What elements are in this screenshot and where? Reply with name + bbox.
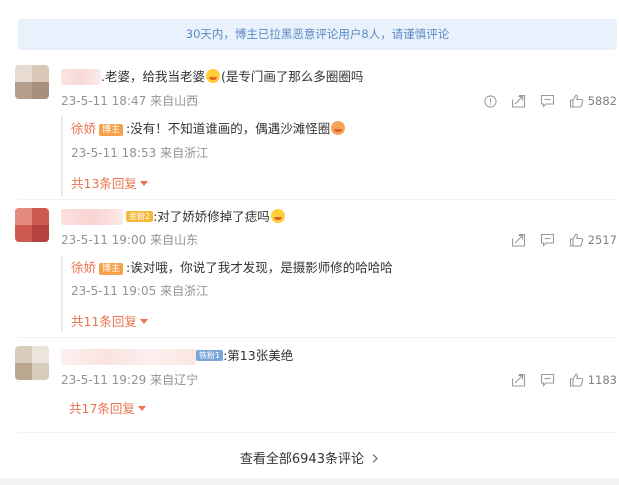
comment-icon	[540, 94, 554, 108]
like-count: 1183	[587, 373, 617, 387]
like-count: 5882	[587, 94, 617, 108]
more-replies-link[interactable]: 共13条回复	[71, 173, 148, 192]
divider	[18, 432, 617, 433]
more-replies-link[interactable]: 共17条回复	[69, 398, 146, 417]
like-button[interactable]: 2517	[569, 233, 617, 247]
reply-author[interactable]: 徐娇	[71, 121, 96, 136]
more-replies-label: 共17条回复	[69, 401, 135, 416]
reply-button[interactable]	[540, 94, 555, 108]
comment-actions: 1183	[497, 371, 617, 389]
comment-text-main: :第13张美绝	[223, 348, 294, 363]
like-count: 2517	[587, 233, 617, 247]
share-icon	[511, 373, 525, 387]
comment-actions: 2517	[497, 231, 617, 249]
report-icon	[484, 94, 497, 108]
share-icon	[511, 233, 525, 247]
share-button[interactable]	[511, 373, 526, 387]
reply-content: :诶对哦，你说了我才发现，是摄影师修的哈哈哈	[126, 260, 393, 275]
thumbs-up-icon	[569, 373, 583, 387]
smile-emoji-icon	[205, 69, 220, 83]
divider	[18, 199, 617, 200]
comment-source: 来自山东	[150, 233, 199, 247]
comment-text: .老婆，给我当老婆 (是专门画了那么多圈圈吗	[101, 68, 363, 86]
more-replies-label: 共11条回复	[71, 314, 137, 329]
comment-icon	[540, 373, 554, 387]
reply-meta: 23-5-11 19:05 来自浙江	[71, 283, 208, 299]
reply-source: 来自浙江	[160, 146, 209, 160]
share-button[interactable]	[511, 233, 526, 247]
comment-actions: 5882	[470, 92, 617, 110]
comment-text: 铁粉1:第13张美绝	[196, 347, 293, 365]
reply-text: 徐娇 博主:诶对哦，你说了我才发现，是摄影师修的哈哈哈	[71, 259, 393, 277]
comment-meta: 23-5-11 19:00 来自山东	[61, 232, 198, 248]
avatar[interactable]	[15, 65, 49, 99]
divider	[18, 337, 617, 338]
report-button[interactable]	[484, 94, 497, 108]
thumbs-up-icon	[569, 233, 583, 247]
avatar[interactable]	[15, 346, 49, 380]
comment-text-main: :对了娇娇修掉了痣吗	[153, 209, 270, 224]
share-icon	[511, 94, 525, 108]
surprised-emoji-icon	[331, 121, 346, 135]
reply-box: 徐娇 博主:诶对哦，你说了我才发现，是摄影师修的哈哈哈 23-5-11 19:05…	[61, 255, 393, 331]
comment-meta: 23-5-11 19:29 来自辽宁	[61, 372, 198, 388]
bottom-divider-bar	[0, 478, 619, 485]
reply-meta: 23-5-11 18:53 来自浙江	[71, 145, 208, 161]
comment-text-tail: (是专门画了那么多圈圈吗	[220, 69, 364, 84]
comment-text: 金粉2:对了娇娇修掉了痣吗	[126, 208, 286, 226]
reply-author[interactable]: 徐娇	[71, 260, 96, 275]
reply-source: 来自浙江	[160, 284, 209, 298]
blurred-username[interactable]	[61, 349, 196, 365]
reply-content: :没有！不知道谁画的，偶遇沙滩怪圈	[126, 121, 331, 136]
reply-box: 徐娇 博主:没有！不知道谁画的，偶遇沙滩怪圈 23-5-11 18:53 来自浙江…	[61, 115, 346, 197]
reply-date: 23-5-11 19:05	[71, 284, 157, 298]
blurred-username[interactable]	[61, 69, 101, 85]
chevron-right-icon	[372, 454, 378, 463]
comment-date: 23-5-11 19:29	[61, 373, 147, 387]
comment-date: 23-5-11 18:47	[61, 94, 147, 108]
host-badge: 博主	[99, 124, 124, 136]
think-emoji-icon	[270, 209, 285, 223]
chevron-down-icon	[137, 406, 146, 411]
comment-date: 23-5-11 19:00	[61, 233, 147, 247]
comment-icon	[540, 233, 554, 247]
share-button[interactable]	[511, 94, 526, 108]
reply-button[interactable]	[540, 233, 555, 247]
fan-level-badge: 铁粉1	[196, 350, 224, 361]
more-replies-label: 共13条回复	[71, 176, 137, 191]
view-all-comments-link[interactable]: 查看全部6943条评论	[0, 448, 619, 467]
blurred-username[interactable]	[61, 209, 123, 225]
comment-text-main: .老婆，给我当老婆	[101, 69, 205, 84]
fan-level-badge: 金粉2	[126, 211, 154, 222]
thumbs-up-icon	[569, 94, 583, 108]
like-button[interactable]: 5882	[569, 94, 617, 108]
moderation-notice: 30天内，博主已拉黑恶意评论用户8人，请谨慎评论	[18, 19, 617, 50]
comment-meta: 23-5-11 18:47 来自山西	[61, 93, 198, 109]
reply-text: 徐娇 博主:没有！不知道谁画的，偶遇沙滩怪圈	[71, 120, 346, 138]
avatar[interactable]	[15, 208, 49, 242]
comment-source: 来自山西	[150, 94, 199, 108]
reply-button[interactable]	[540, 373, 555, 387]
like-button[interactable]: 1183	[569, 373, 617, 387]
reply-date: 23-5-11 18:53	[71, 146, 157, 160]
host-badge: 博主	[99, 263, 124, 275]
chevron-down-icon	[139, 319, 148, 324]
chevron-down-icon	[139, 181, 148, 186]
more-replies-link[interactable]: 共11条回复	[71, 311, 148, 330]
comment-source: 来自辽宁	[150, 373, 199, 387]
view-all-label: 查看全部6943条评论	[239, 452, 364, 467]
